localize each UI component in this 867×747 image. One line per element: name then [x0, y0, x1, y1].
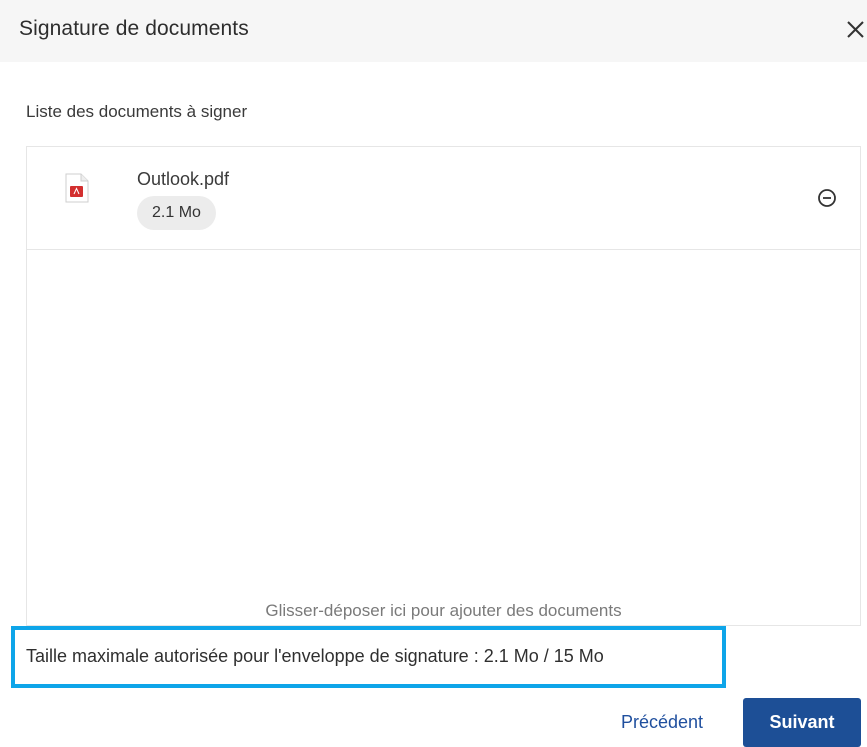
- close-icon: [847, 21, 864, 38]
- quota-text: Taille maximale autorisée pour l'envelop…: [26, 646, 604, 666]
- remove-circle-icon: [818, 189, 836, 207]
- close-button[interactable]: [841, 12, 867, 46]
- document-name: Outlook.pdf: [137, 169, 230, 189]
- pdf-file-icon: [65, 173, 89, 203]
- remove-document-button[interactable]: [816, 187, 838, 209]
- drop-hint: Glisser-déposer ici pour ajouter des doc…: [265, 601, 622, 620]
- dialog-title: Signature de documents: [19, 17, 249, 40]
- previous-button[interactable]: Précédent: [600, 698, 724, 747]
- document-drop-zone[interactable]: Outlook.pdf 2.1 Mo Glisser-déposer ici p…: [26, 146, 861, 626]
- quota-highlight-box: Taille maximale autorisée pour l'envelop…: [11, 626, 726, 688]
- document-size-badge: 2.1 Mo: [137, 196, 216, 230]
- document-list-item: Outlook.pdf 2.1 Mo: [27, 147, 860, 250]
- next-button[interactable]: Suivant: [743, 698, 861, 747]
- documents-section-label: Liste des documents à signer: [26, 102, 248, 121]
- dialog-header: Signature de documents: [0, 0, 867, 62]
